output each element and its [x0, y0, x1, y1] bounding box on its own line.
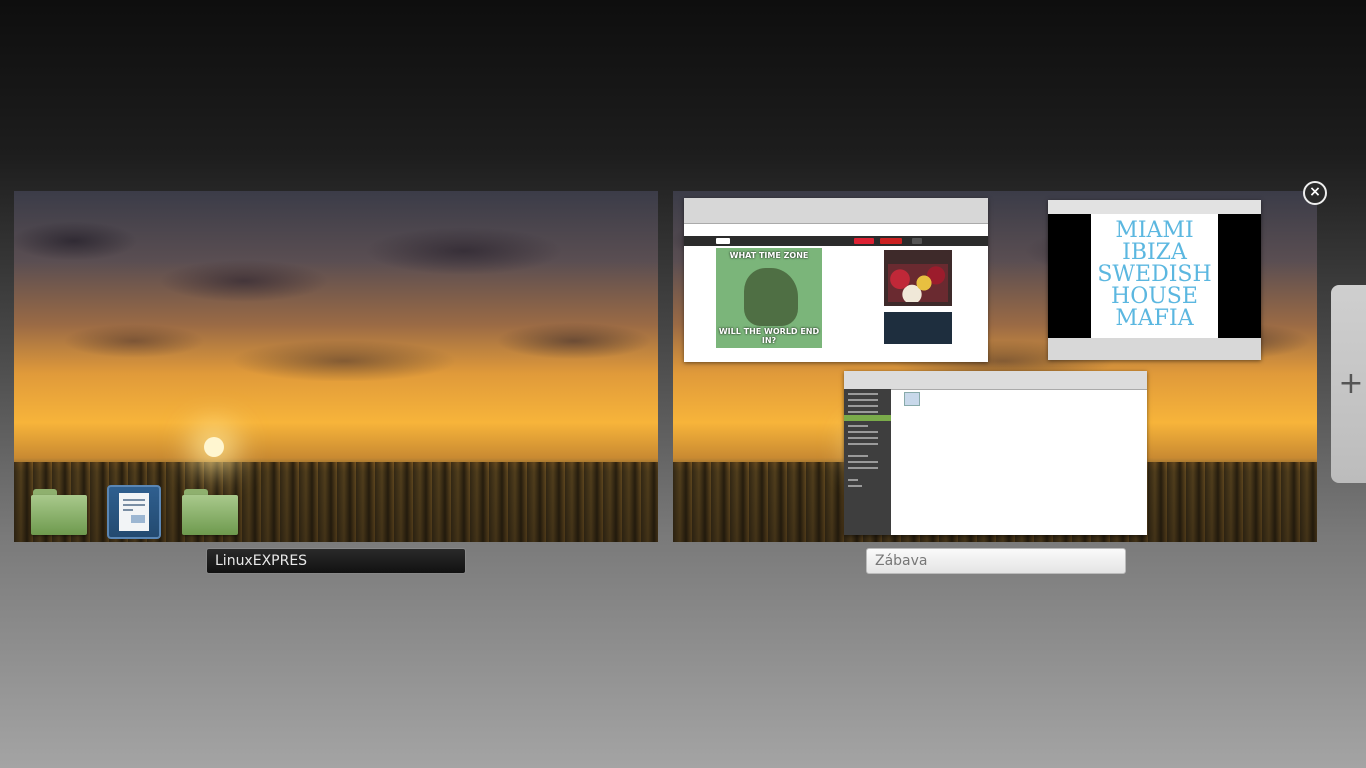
- album-art-line: MIAMI: [1115, 218, 1194, 243]
- player-controls: [1048, 338, 1261, 360]
- wallpaper-sun: [204, 437, 224, 457]
- document-icon[interactable]: [107, 485, 161, 539]
- browser-window-thumbnail[interactable]: WHAT TIME ZONE WILL THE WORLD END IN?: [684, 198, 988, 362]
- meme-top-text: WHAT TIME ZONE: [729, 251, 809, 260]
- philosoraptor-figure: [744, 268, 798, 326]
- workspace-name-field-zabava[interactable]: Zábava: [866, 548, 1126, 574]
- album-art-line: IBIZA: [1122, 240, 1187, 265]
- close-icon[interactable]: ×: [1303, 181, 1327, 205]
- advertisement-image: [884, 250, 952, 306]
- album-art-line: SWEDISH: [1097, 262, 1212, 287]
- album-art-line: HOUSE: [1111, 284, 1198, 309]
- album-art: MIAMI IBIZA SWEDISH HOUSE MAFIA: [1091, 214, 1218, 338]
- file-manager-toolbar: [844, 371, 1147, 390]
- player-titlebar: [1048, 200, 1261, 214]
- album-art-line: MAFIA: [1115, 306, 1194, 331]
- meme-bottom-text: WILL THE WORLD END IN?: [718, 327, 820, 345]
- workspace-thumbnail-linuxexpres[interactable]: [14, 191, 658, 542]
- file-icon: [904, 392, 920, 406]
- site-navbar: [684, 236, 988, 246]
- browser-toolbar: [684, 198, 988, 224]
- meme-image: WHAT TIME ZONE WILL THE WORLD END IN?: [716, 248, 822, 348]
- folder-icon[interactable]: [182, 489, 240, 537]
- file-manager-sidebar: [844, 389, 891, 535]
- music-player-window-thumbnail[interactable]: MIAMI IBIZA SWEDISH HOUSE MAFIA: [1048, 200, 1261, 360]
- workspace-thumbnail-zabava[interactable]: WHAT TIME ZONE WILL THE WORLD END IN? MI…: [673, 191, 1317, 542]
- workspace-name-field-linuxexpres[interactable]: LinuxEXPRES: [206, 548, 466, 574]
- advertisement-banner: [884, 312, 952, 344]
- sidebar-selection: [844, 415, 891, 421]
- plus-icon[interactable]: +: [1331, 285, 1366, 483]
- file-manager-window-thumbnail[interactable]: [844, 371, 1147, 535]
- folder-icon[interactable]: [31, 489, 89, 537]
